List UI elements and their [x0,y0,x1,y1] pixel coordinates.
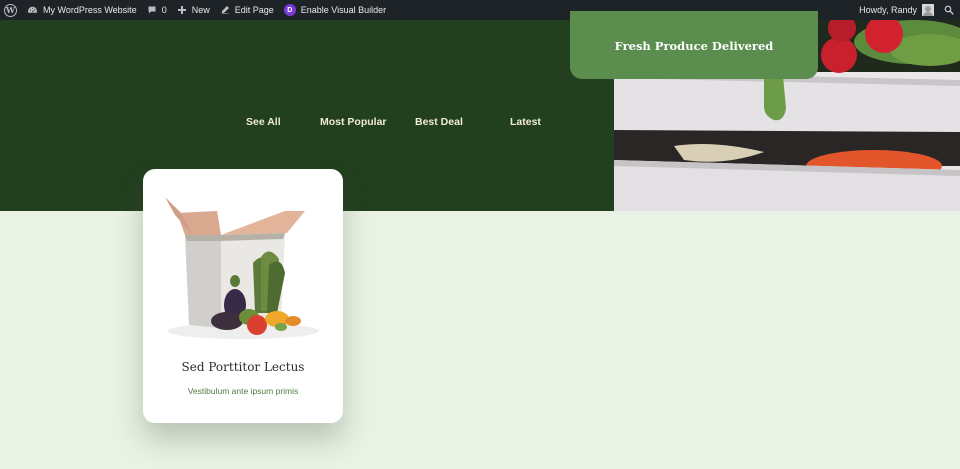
search-icon [944,5,954,15]
edit-page-menu[interactable]: Edit Page [215,0,279,20]
product-card-subtitle: Vestibulum ante ipsum primis [187,386,299,396]
howdy-label: Howdy, Randy [859,5,917,15]
comment-icon [148,6,156,14]
visual-builder-label: Enable Visual Builder [300,5,387,15]
product-card[interactable]: Sed Porttitor Lectus Vestibulum ante ips… [143,169,343,423]
wordpress-logo-icon: W [4,3,17,17]
tab-most-popular[interactable]: Most Popular [320,116,387,128]
cta-label: Fresh Produce Delivered [614,38,774,53]
produce-box-image [165,197,319,339]
visual-builder-menu[interactable]: D Enable Visual Builder [279,0,391,20]
wp-logo-menu[interactable]: W [0,0,22,20]
comments-count: 0 [161,5,167,15]
divi-icon: D [283,4,296,16]
fresh-produce-cta-button[interactable]: Fresh Produce Delivered [570,11,818,79]
tab-latest[interactable]: Latest [510,116,541,128]
plus-icon [177,6,186,14]
product-card-title: Sed Porttitor Lectus [181,360,305,374]
my-account-menu[interactable]: Howdy, Randy [854,0,939,20]
site-name-menu[interactable]: My WordPress Website [22,0,142,20]
edit-page-label: Edit Page [234,5,274,15]
dashboard-icon [28,6,37,13]
tab-see-all[interactable]: See All [246,116,281,128]
comments-menu[interactable]: 0 [142,0,172,20]
tab-best-deal[interactable]: Best Deal [415,116,463,128]
pencil-icon [221,6,229,14]
site-name-label: My WordPress Website [43,5,137,15]
search-menu[interactable] [939,0,960,20]
avatar [922,4,934,16]
filter-tabs: See All Most Popular Best Deal Latest [0,116,614,130]
new-label: New [191,5,210,15]
new-content-menu[interactable]: New [172,0,215,20]
